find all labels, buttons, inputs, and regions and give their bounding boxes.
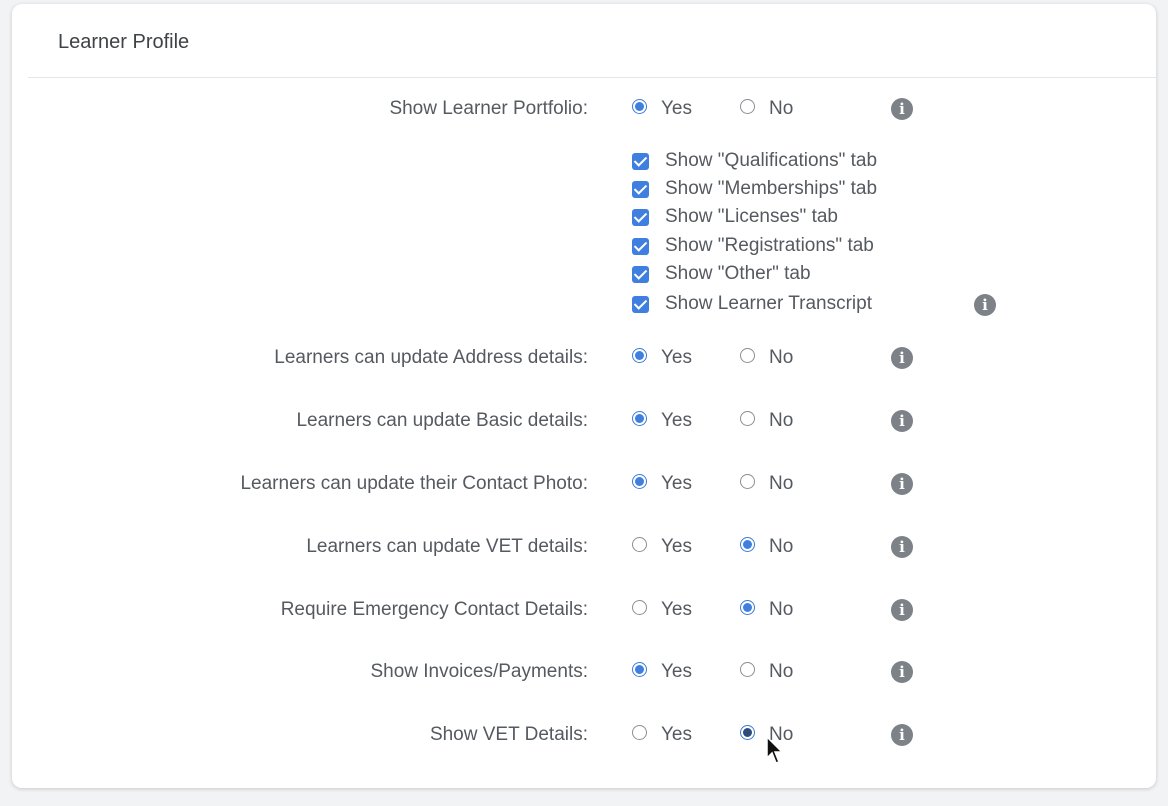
setting-label: Show VET Details:	[429, 724, 588, 745]
radio-yes[interactable]: Yes	[632, 532, 692, 562]
radio-label-yes: Yes	[661, 347, 692, 368]
radio-button[interactable]	[740, 661, 755, 677]
radio-label-no: No	[769, 347, 794, 368]
radio-yes[interactable]: Yes	[632, 469, 692, 499]
radio-button[interactable]	[632, 599, 647, 615]
radio-yes[interactable]: Yes	[632, 657, 692, 687]
setting-row-address-details: Learners can update Address details: Yes…	[12, 343, 1156, 373]
radio-button-checked[interactable]	[632, 98, 647, 114]
checkbox-checked[interactable]	[632, 295, 649, 313]
radio-label-no: No	[769, 98, 794, 119]
setting-row-contact-photo: Learners can update their Contact Photo:…	[12, 469, 1156, 499]
radio-label-yes: Yes	[661, 98, 692, 119]
panel-title: Learner Profile	[58, 31, 190, 53]
info-icon[interactable]: i	[891, 724, 913, 746]
radio-button[interactable]	[740, 347, 755, 363]
info-icon[interactable]: i	[891, 661, 913, 683]
radio-no[interactable]: No	[740, 406, 793, 436]
setting-label: Learners can update their Contact Photo:	[240, 473, 588, 494]
radio-label-no: No	[769, 599, 794, 620]
checkbox-learner-transcript[interactable]: Show Learner Transcript	[632, 290, 872, 318]
radio-label-yes: Yes	[661, 410, 692, 431]
radio-label-yes: Yes	[661, 724, 692, 745]
setting-label: Learners can update Address details:	[274, 347, 588, 368]
radio-no[interactable]: No	[740, 532, 793, 562]
radio-yes[interactable]: Yes	[632, 720, 692, 750]
radio-no[interactable]: No	[740, 595, 793, 625]
radio-button[interactable]	[632, 536, 647, 552]
setting-row-emergency-contact: Require Emergency Contact Details: Yes N…	[12, 595, 1156, 625]
info-icon[interactable]: i	[891, 473, 913, 495]
radio-button[interactable]	[740, 98, 755, 114]
radio-button-checked[interactable]	[632, 473, 647, 489]
radio-button-checked[interactable]	[632, 347, 647, 363]
radio-label-yes: Yes	[661, 473, 692, 494]
setting-row-show-learner-portfolio: Show Learner Portfolio: Yes No i	[12, 94, 1156, 124]
checkbox-label: Show "Qualifications" tab	[665, 150, 878, 171]
radio-yes[interactable]: Yes	[632, 343, 692, 373]
checkbox-checked[interactable]	[632, 208, 649, 226]
checkbox-licenses-tab[interactable]: Show "Licenses" tab	[632, 203, 838, 231]
info-icon[interactable]: i	[974, 294, 996, 316]
radio-button[interactable]	[740, 410, 755, 426]
radio-no[interactable]: No	[740, 469, 793, 499]
radio-label-no: No	[769, 536, 794, 557]
learner-profile-panel: Learner Profile Show Learner Portfolio: …	[12, 4, 1156, 788]
radio-button-checked[interactable]	[632, 410, 647, 426]
radio-button-checked[interactable]	[740, 536, 755, 552]
header-divider	[28, 77, 1156, 78]
radio-label-no: No	[769, 410, 794, 431]
info-icon[interactable]: i	[891, 410, 913, 432]
radio-no[interactable]: No	[740, 343, 793, 373]
checkbox-checked[interactable]	[632, 265, 649, 283]
setting-row-vet-details-update: Learners can update VET details: Yes No …	[12, 532, 1156, 562]
setting-row-show-vet-details: Show VET Details: Yes No i	[12, 720, 1156, 750]
checkbox-label: Show Learner Transcript	[665, 293, 872, 314]
radio-no[interactable]: No	[740, 94, 793, 124]
mouse-pointer-icon	[766, 736, 784, 764]
radio-button[interactable]	[740, 473, 755, 489]
checkbox-label: Show "Memberships" tab	[665, 178, 878, 199]
radio-yes[interactable]: Yes	[632, 94, 692, 124]
radio-button[interactable]	[632, 724, 647, 740]
radio-button-checked[interactable]	[740, 599, 755, 615]
radio-button-checked[interactable]	[632, 661, 647, 677]
radio-label-yes: Yes	[661, 599, 692, 620]
checkbox-label: Show "Registrations" tab	[665, 235, 874, 256]
info-icon[interactable]: i	[891, 98, 913, 120]
checkbox-label: Show "Licenses" tab	[665, 206, 838, 227]
setting-row-basic-details: Learners can update Basic details: Yes N…	[12, 406, 1156, 436]
checkbox-label: Show "Other" tab	[665, 263, 811, 284]
radio-label-yes: Yes	[661, 536, 692, 557]
info-icon[interactable]: i	[891, 536, 913, 558]
setting-label: Learners can update VET details:	[306, 536, 588, 557]
checkbox-registrations-tab[interactable]: Show "Registrations" tab	[632, 232, 874, 260]
info-icon[interactable]: i	[891, 599, 913, 621]
radio-yes[interactable]: Yes	[632, 595, 692, 625]
setting-label: Show Learner Portfolio:	[389, 98, 588, 119]
checkbox-other-tab[interactable]: Show "Other" tab	[632, 260, 811, 288]
checkbox-checked[interactable]	[632, 180, 649, 198]
checkbox-checked[interactable]	[632, 237, 649, 255]
setting-label: Learners can update Basic details:	[296, 410, 588, 431]
setting-label: Require Emergency Contact Details:	[280, 599, 588, 620]
radio-label-no: No	[769, 661, 794, 682]
checkbox-memberships-tab[interactable]: Show "Memberships" tab	[632, 175, 877, 203]
radio-no[interactable]: No	[740, 657, 793, 687]
info-icon[interactable]: i	[891, 347, 913, 369]
radio-label-no: No	[769, 473, 794, 494]
checkbox-checked[interactable]	[632, 152, 649, 170]
setting-label: Show Invoices/Payments:	[370, 661, 588, 682]
radio-button-checked[interactable]	[740, 724, 755, 740]
setting-row-invoices-payments: Show Invoices/Payments: Yes No i	[12, 657, 1156, 687]
radio-label-yes: Yes	[661, 661, 692, 682]
radio-yes[interactable]: Yes	[632, 406, 692, 436]
checkbox-qualifications-tab[interactable]: Show "Qualifications" tab	[632, 147, 877, 175]
